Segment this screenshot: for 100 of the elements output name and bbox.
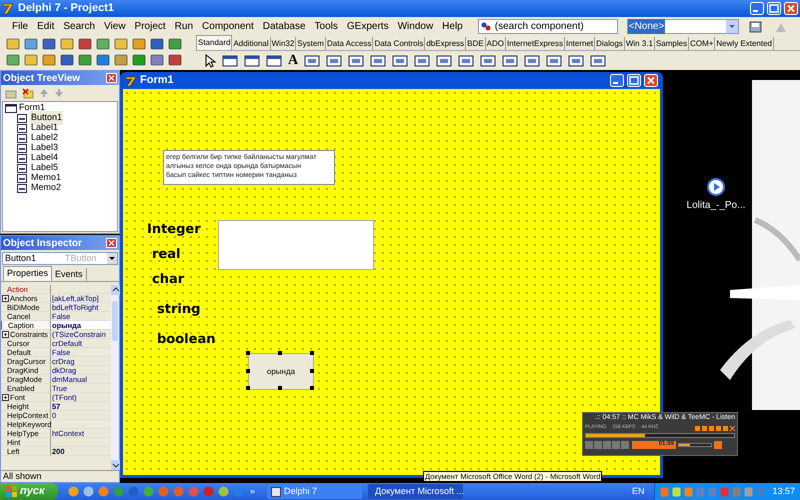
toolbar-tool-icon[interactable] <box>6 37 20 51</box>
palette-tab[interactable]: Internet <box>564 37 596 50</box>
toolbar-tool-icon[interactable] <box>114 37 128 51</box>
toolbar-tool-icon[interactable] <box>60 53 74 67</box>
selection-handle[interactable] <box>246 386 250 390</box>
menu-item[interactable]: Window <box>398 19 434 34</box>
toolbar-tool-icon[interactable] <box>42 53 56 67</box>
menu-item[interactable]: Run <box>174 19 194 34</box>
object-selector-dropdown[interactable]: Button1 TButton <box>2 252 118 265</box>
toolbar-tool-icon[interactable] <box>168 37 182 51</box>
selection-handle[interactable] <box>310 369 314 373</box>
close-icon[interactable] <box>106 238 117 248</box>
component-icon[interactable] <box>266 54 282 68</box>
desktop-dropdown[interactable]: <None> <box>626 19 739 34</box>
selection-handle[interactable] <box>278 351 282 355</box>
component-icon[interactable] <box>546 54 562 68</box>
maximize-icon[interactable] <box>767 2 781 15</box>
toolbar-tool-icon[interactable] <box>6 53 20 67</box>
language-indicator[interactable]: EN <box>632 484 644 498</box>
menu-item[interactable]: View <box>104 19 126 34</box>
desktop-icon-label[interactable]: Lolita_-_Po... <box>686 198 746 213</box>
taskbar-button[interactable]: Документ Microsoft ... <box>368 484 464 499</box>
palette-tab[interactable]: System <box>296 37 326 50</box>
volume-slider[interactable] <box>678 442 712 446</box>
toolbar-tool-icon[interactable] <box>150 37 164 51</box>
scrollbar[interactable] <box>111 285 119 470</box>
component-icon[interactable] <box>414 54 430 68</box>
selection-handle[interactable] <box>310 386 314 390</box>
palette-tab[interactable]: Data Access <box>326 37 374 50</box>
expand-icon[interactable] <box>2 294 9 302</box>
save-desktop-icon[interactable] <box>748 20 764 34</box>
close-icon[interactable] <box>106 73 117 83</box>
button[interactable]: орында <box>248 353 314 390</box>
close-icon[interactable] <box>784 2 798 15</box>
palette-tab[interactable]: dbExpress <box>425 37 466 50</box>
toolbar-tool-icon[interactable] <box>150 53 164 67</box>
menu-item[interactable]: Database <box>262 19 306 34</box>
seek-bar[interactable] <box>585 432 735 438</box>
toolbar-tool-icon[interactable] <box>60 37 74 51</box>
toolbar-tool-icon[interactable] <box>96 37 110 51</box>
scrollbar-thumb[interactable] <box>112 301 118 341</box>
palette-tab[interactable]: Standard <box>196 35 232 50</box>
component-icon[interactable] <box>244 54 260 68</box>
toolbar-tool-icon[interactable] <box>24 37 38 51</box>
menu-item[interactable]: Project <box>134 19 166 34</box>
toolbar-tool-icon[interactable] <box>168 53 182 67</box>
selection-handle[interactable] <box>310 351 314 355</box>
player-controls-icon[interactable] <box>695 424 735 432</box>
palette-tab[interactable]: Additional <box>232 37 271 50</box>
transport-buttons-icon[interactable] <box>585 440 630 448</box>
close-icon[interactable] <box>644 74 658 87</box>
selection-handle[interactable] <box>246 351 250 355</box>
minimize-icon[interactable] <box>750 2 764 15</box>
menu-item[interactable]: Search <box>63 19 96 34</box>
component-icon[interactable] <box>524 54 540 68</box>
component-icon[interactable] <box>326 54 342 68</box>
component-icon[interactable] <box>348 54 364 68</box>
palette-tab[interactable]: BDE <box>466 37 486 50</box>
label-component-icon[interactable]: A <box>288 54 298 68</box>
component-icon[interactable] <box>480 54 496 68</box>
component-icon[interactable] <box>590 54 606 68</box>
component-icon[interactable] <box>458 54 474 68</box>
component-icon[interactable] <box>436 54 452 68</box>
media-file-icon[interactable] <box>707 178 725 196</box>
more-button[interactable]: » <box>250 484 256 498</box>
menu-item[interactable]: Help <box>442 19 463 34</box>
selection-handle[interactable] <box>246 369 250 373</box>
toolbar-tool-icon[interactable] <box>42 37 56 51</box>
app-icon[interactable] <box>83 486 94 497</box>
palette-tab[interactable]: InternetExpress <box>506 37 565 50</box>
taskbar-button[interactable]: Delphi 7 <box>267 484 362 499</box>
component-icon[interactable] <box>370 54 386 68</box>
palette-tab[interactable]: Newly Extented <box>715 37 774 50</box>
toolbar-tool-icon[interactable] <box>114 53 128 67</box>
component-icon[interactable] <box>304 54 320 68</box>
inspector-tab[interactable]: Events <box>52 268 87 281</box>
toolbar-tool-icon[interactable] <box>78 37 92 51</box>
palette-tab[interactable]: Samples <box>654 37 690 50</box>
palette-tab[interactable]: COM+ <box>689 37 716 50</box>
menu-item[interactable]: Tools <box>314 19 338 34</box>
toolbar-tool-icon[interactable] <box>132 37 146 51</box>
component-icon[interactable] <box>568 54 584 68</box>
app-icon[interactable] <box>218 486 229 497</box>
palette-tab[interactable]: Data Controls <box>373 37 426 50</box>
expand-icon[interactable] <box>2 330 9 338</box>
toolbar-tool-icon[interactable] <box>96 53 110 67</box>
menu-icon[interactable] <box>714 440 722 448</box>
menu-item[interactable]: Edit <box>37 19 54 34</box>
palette-tab[interactable]: Dialogs <box>595 37 625 50</box>
menu-item[interactable]: Component <box>202 19 254 34</box>
menu-item[interactable]: GExperts <box>346 19 389 34</box>
palette-tab[interactable]: ADO <box>486 37 506 50</box>
selection-handle[interactable] <box>278 386 282 390</box>
component-icon[interactable] <box>392 54 408 68</box>
app-icon[interactable] <box>68 486 79 497</box>
expand-icon[interactable] <box>2 394 9 400</box>
minimize-icon[interactable] <box>610 74 624 87</box>
tree-item[interactable]: Button1 <box>30 111 64 125</box>
inspector-tab[interactable]: Properties <box>3 266 52 281</box>
palette-tab[interactable]: Win 3.1 <box>624 37 655 50</box>
